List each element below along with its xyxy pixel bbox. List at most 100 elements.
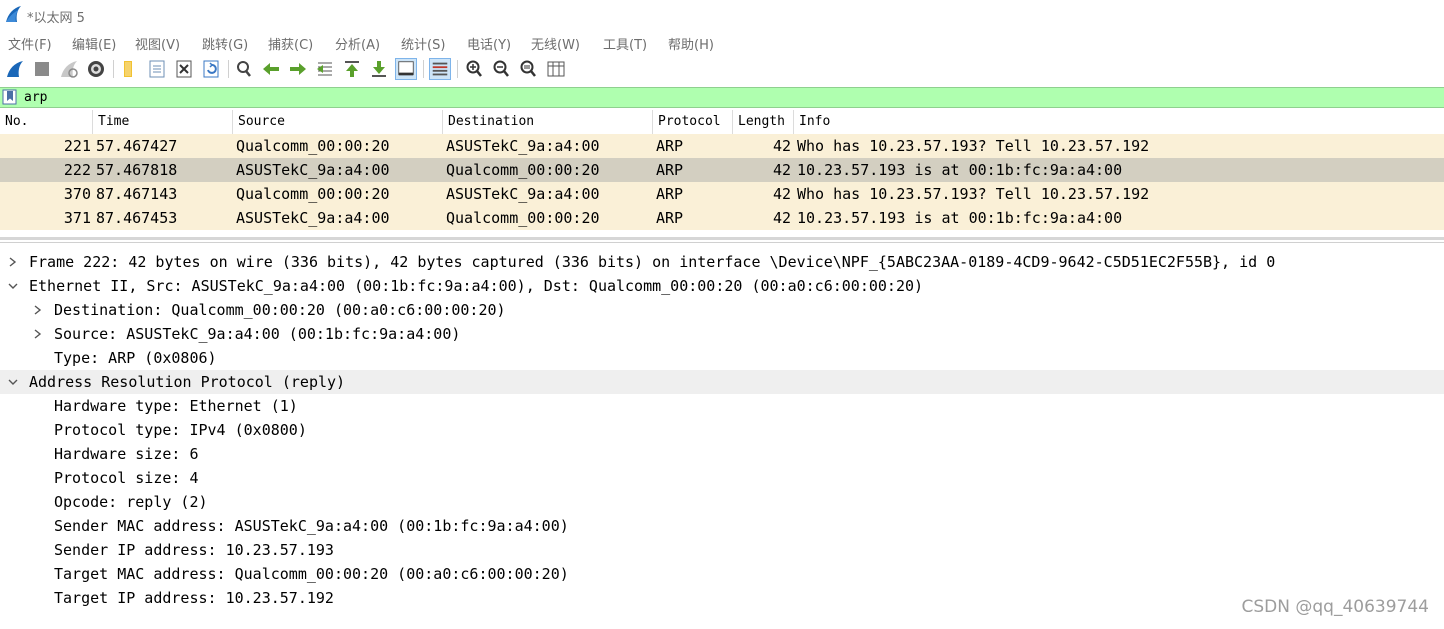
packet-no: 222 [63, 161, 91, 179]
column-header-length[interactable]: Length [733, 110, 794, 134]
packet-destination: Qualcomm_00:00:20 [446, 161, 600, 179]
detail-eth-source[interactable]: Source: ASUSTekC_9a:a4:00 (00:1b:fc:9a:a… [0, 322, 1444, 346]
wireshark-logo-icon [4, 5, 22, 23]
menu-bar: 文件(F) 编辑(E) 视图(V) 跳转(G) 捕获(C) 分析(A) 统计(S… [0, 30, 1444, 56]
column-header-source[interactable]: Source [233, 110, 443, 134]
packet-list-splitter[interactable] [0, 237, 1444, 240]
packet-list: No. Time Source Destination Protocol Len… [0, 110, 1444, 240]
packet-time: 87.467143 [96, 185, 178, 203]
chevron-right-icon[interactable] [31, 322, 45, 346]
packet-time: 87.467453 [96, 209, 178, 227]
save-file-icon[interactable] [146, 58, 168, 80]
detail-arp-sender-mac[interactable]: Sender MAC address: ASUSTekC_9a:a4:00 (0… [0, 514, 1444, 538]
menu-analyze[interactable]: 分析(A) [335, 34, 380, 53]
resize-columns-icon[interactable] [545, 58, 567, 80]
detail-frame[interactable]: Frame 222: 42 bytes on wire (336 bits), … [0, 250, 1444, 274]
close-file-icon[interactable] [173, 58, 195, 80]
menu-go[interactable]: 跳转(G) [202, 34, 248, 53]
restart-capture-icon[interactable] [58, 58, 80, 80]
column-header-info[interactable]: Info [794, 110, 1444, 134]
go-back-icon[interactable] [260, 58, 282, 80]
start-capture-icon[interactable] [4, 58, 26, 80]
watermark: CSDN @qq_40639744 [1241, 597, 1429, 617]
open-file-icon[interactable] [118, 58, 140, 80]
column-header-protocol[interactable]: Protocol [653, 110, 733, 134]
detail-text: Type: ARP (0x0806) [54, 349, 217, 367]
detail-arp-sender-ip[interactable]: Sender IP address: 10.23.57.193 [0, 538, 1444, 562]
packet-time: 57.467427 [96, 137, 178, 155]
detail-arp[interactable]: Address Resolution Protocol (reply) [0, 370, 1444, 394]
go-last-packet-icon[interactable] [368, 58, 390, 80]
detail-ethernet[interactable]: Ethernet II, Src: ASUSTekC_9a:a4:00 (00:… [0, 274, 1444, 298]
detail-arp-hw-type[interactable]: Hardware type: Ethernet (1) [0, 394, 1444, 418]
detail-arp-proto-type[interactable]: Protocol type: IPv4 (0x0800) [0, 418, 1444, 442]
normal-size-icon[interactable] [517, 58, 539, 80]
detail-arp-opcode[interactable]: Opcode: reply (2) [0, 490, 1444, 514]
stop-capture-icon[interactable] [31, 58, 53, 80]
detail-text: Destination: Qualcomm_00:00:20 (00:a0:c6… [54, 301, 506, 319]
zoom-in-icon[interactable] [463, 58, 485, 80]
menu-statistics[interactable]: 统计(S) [401, 34, 445, 53]
menu-telephony[interactable]: 电话(Y) [467, 34, 511, 53]
packet-protocol: ARP [656, 185, 684, 203]
go-first-packet-icon[interactable] [341, 58, 363, 80]
menu-tools[interactable]: 工具(T) [603, 34, 647, 53]
packet-length: 42 [772, 185, 791, 203]
menu-capture[interactable]: 捕获(C) [268, 34, 313, 53]
packet-row[interactable]: 221 57.467427 Qualcomm_00:00:20 ASUSTekC… [0, 134, 1444, 158]
detail-text: Sender MAC address: ASUSTekC_9a:a4:00 (0… [54, 517, 569, 535]
detail-arp-hw-size[interactable]: Hardware size: 6 [0, 442, 1444, 466]
packet-protocol: ARP [656, 209, 684, 227]
column-header-time[interactable]: Time [93, 110, 233, 134]
packet-protocol: ARP [656, 137, 684, 155]
reload-file-icon[interactable] [200, 58, 222, 80]
packet-source: Qualcomm_00:00:20 [236, 185, 390, 203]
display-filter-bar[interactable]: arp [0, 87, 1444, 108]
chevron-right-icon[interactable] [6, 250, 20, 274]
detail-arp-target-ip[interactable]: Target IP address: 10.23.57.192 [0, 586, 1444, 610]
packet-row[interactable]: 370 87.467143 Qualcomm_00:00:20 ASUSTekC… [0, 182, 1444, 206]
detail-eth-destination[interactable]: Destination: Qualcomm_00:00:20 (00:a0:c6… [0, 298, 1444, 322]
packet-destination: ASUSTekC_9a:a4:00 [446, 185, 600, 203]
go-forward-icon[interactable] [287, 58, 309, 80]
packet-protocol: ARP [656, 161, 684, 179]
menu-help[interactable]: 帮助(H) [668, 34, 714, 53]
packet-row[interactable]: 371 87.467453 ASUSTekC_9a:a4:00 Qualcomm… [0, 206, 1444, 230]
chevron-down-icon[interactable] [6, 370, 20, 394]
go-to-packet-icon[interactable] [314, 58, 336, 80]
title-bar: *以太网 5 [0, 0, 1444, 30]
menu-wireless[interactable]: 无线(W) [531, 34, 580, 53]
chevron-down-icon[interactable] [6, 274, 20, 298]
detail-eth-type[interactable]: Type: ARP (0x0806) [0, 346, 1444, 370]
packet-source: Qualcomm_00:00:20 [236, 137, 390, 155]
detail-text: Hardware size: 6 [54, 445, 199, 463]
column-header-no[interactable]: No. [0, 110, 93, 134]
packet-source: ASUSTekC_9a:a4:00 [236, 209, 390, 227]
detail-text: Sender IP address: 10.23.57.193 [54, 541, 334, 559]
detail-text: Address Resolution Protocol (reply) [29, 373, 346, 391]
detail-arp-target-mac[interactable]: Target MAC address: Qualcomm_00:00:20 (0… [0, 562, 1444, 586]
capture-options-icon[interactable] [85, 58, 107, 80]
packet-info: 10.23.57.193 is at 00:1b:fc:9a:a4:00 [797, 209, 1123, 227]
detail-text: Opcode: reply (2) [54, 493, 208, 511]
menu-view[interactable]: 视图(V) [135, 34, 180, 53]
packet-no: 221 [63, 137, 91, 155]
column-header-destination[interactable]: Destination [443, 110, 653, 134]
packet-row-selected[interactable]: 222 57.467818 ASUSTekC_9a:a4:00 Qualcomm… [0, 158, 1444, 182]
zoom-out-icon[interactable] [490, 58, 512, 80]
packet-destination: ASUSTekC_9a:a4:00 [446, 137, 600, 155]
find-packet-icon[interactable] [233, 58, 255, 80]
colorize-icon[interactable] [429, 58, 451, 80]
packet-list-header: No. Time Source Destination Protocol Len… [0, 110, 1444, 135]
menu-edit[interactable]: 编辑(E) [72, 34, 116, 53]
bookmark-icon[interactable] [2, 89, 18, 105]
detail-text: Protocol type: IPv4 (0x0800) [54, 421, 307, 439]
display-filter-input[interactable]: arp [24, 89, 47, 106]
auto-scroll-icon[interactable] [395, 58, 417, 80]
packet-length: 42 [772, 137, 791, 155]
chevron-right-icon[interactable] [31, 298, 45, 322]
detail-text: Ethernet II, Src: ASUSTekC_9a:a4:00 (00:… [29, 277, 924, 295]
packet-destination: Qualcomm_00:00:20 [446, 209, 600, 227]
menu-file[interactable]: 文件(F) [8, 34, 52, 53]
detail-arp-proto-size[interactable]: Protocol size: 4 [0, 466, 1444, 490]
